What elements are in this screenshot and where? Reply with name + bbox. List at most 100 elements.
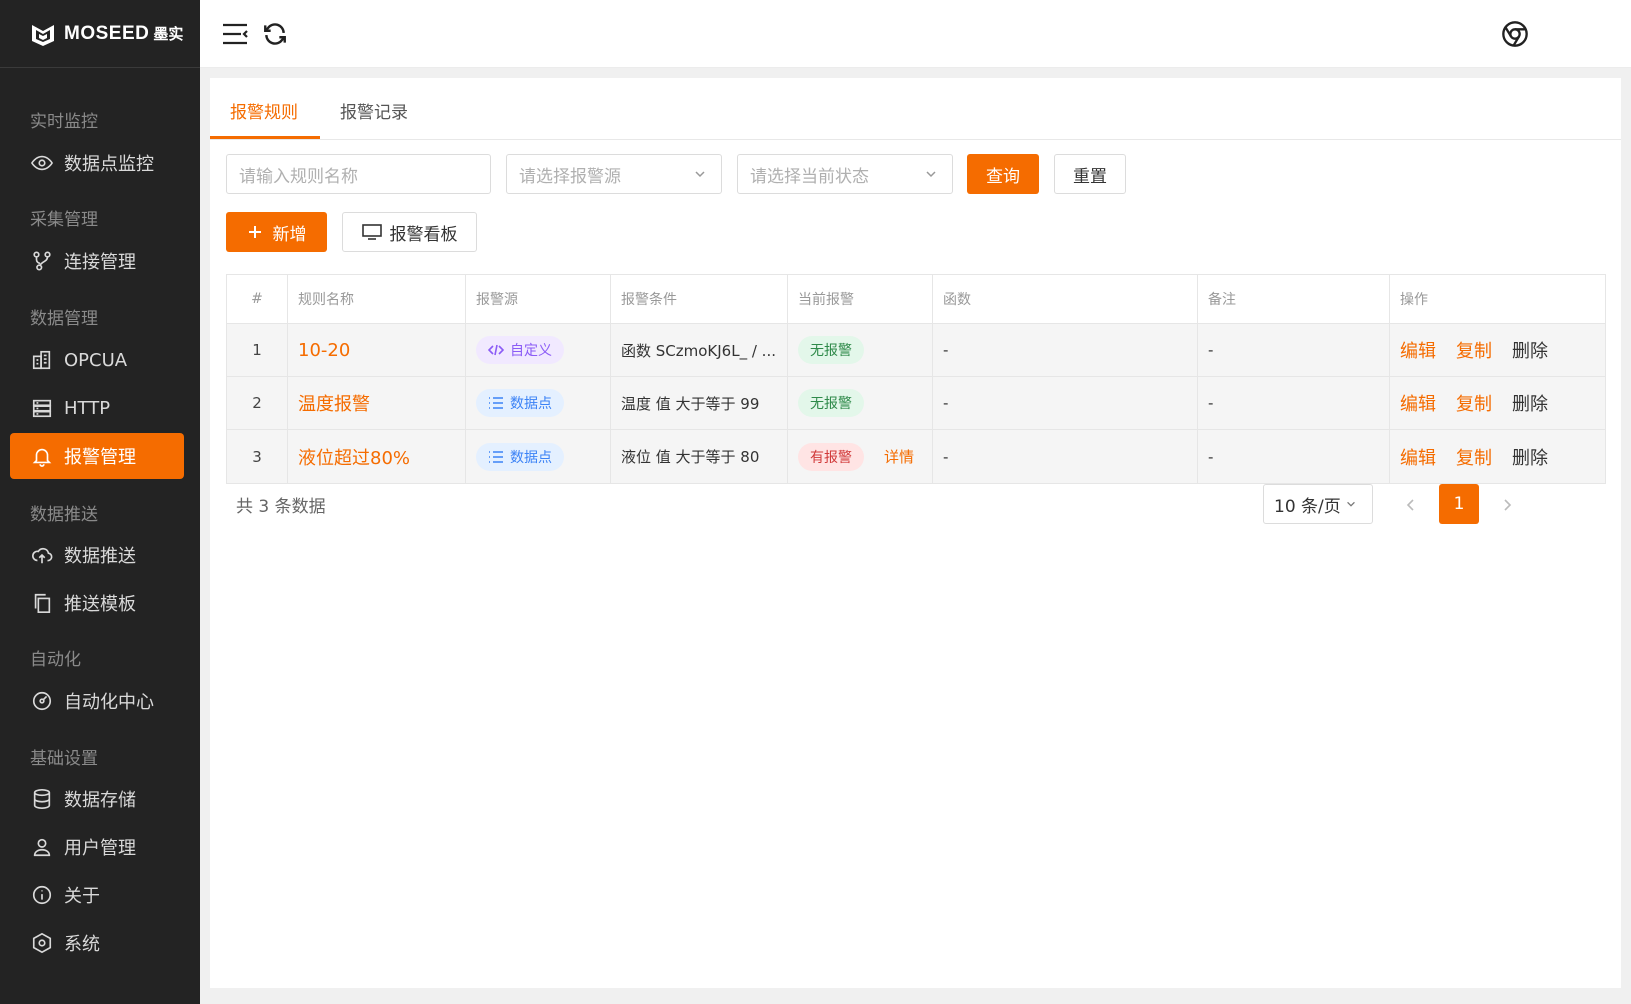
rule-name-cell: 温度报警 bbox=[288, 377, 466, 429]
sidebar-item-alarm-manage[interactable]: 报警管理 bbox=[10, 433, 184, 479]
rule-name-input[interactable]: 请输入规则名称 bbox=[226, 154, 491, 194]
alarm-source-select[interactable]: 请选择报警源 bbox=[506, 154, 722, 194]
operations-cell: 编辑 复制 删除 bbox=[1390, 430, 1607, 483]
status-badge: 无报警 bbox=[798, 389, 864, 417]
source-tag: 数据点 bbox=[476, 442, 564, 471]
status-badge: 无报警 bbox=[798, 336, 864, 364]
alarm-rules-table: # 规则名称 报警源 报警条件 当前报警 函数 备注 操作 1 10-20 自定… bbox=[226, 274, 1606, 484]
bell-icon bbox=[30, 444, 54, 468]
sidebar-item-opcua[interactable]: OPCUA bbox=[10, 337, 184, 383]
note-cell: - bbox=[1198, 430, 1390, 483]
brand-logo[interactable]: MOSEED 墨实 bbox=[0, 0, 200, 68]
col-index: # bbox=[227, 275, 288, 323]
rule-name-link[interactable]: 10-20 bbox=[298, 340, 350, 361]
source-tag: 自定义 bbox=[476, 336, 564, 364]
eye-icon bbox=[30, 151, 54, 175]
sidebar-item-data-push[interactable]: 数据推送 bbox=[10, 532, 184, 578]
monitor-icon bbox=[361, 224, 382, 240]
alarm-board-label: 报警看板 bbox=[389, 224, 458, 245]
alarm-board-button[interactable]: 报警看板 bbox=[342, 212, 477, 252]
add-button[interactable]: 新增 bbox=[226, 212, 327, 252]
building-icon bbox=[30, 348, 54, 372]
chrome-icon[interactable] bbox=[1500, 19, 1530, 49]
rule-name-cell: 10-20 bbox=[288, 324, 466, 376]
sidebar-item-label: 推送模板 bbox=[64, 594, 136, 615]
list-icon bbox=[489, 450, 503, 463]
edit-button[interactable]: 编辑 bbox=[1400, 337, 1436, 363]
reset-button[interactable]: 重置 bbox=[1054, 154, 1126, 194]
function-cell: - bbox=[933, 324, 1198, 376]
source-tag: 数据点 bbox=[476, 389, 564, 417]
sidebar-item-label: 连接管理 bbox=[64, 252, 136, 273]
nav-group-automation: 自动化 bbox=[30, 650, 81, 670]
sidebar-item-automation-center[interactable]: 自动化中心 bbox=[10, 678, 184, 724]
rule-name-link[interactable]: 液位超过80% bbox=[298, 444, 410, 470]
chevron-down-icon bbox=[695, 171, 705, 178]
sidebar-item-data-storage[interactable]: 数据存储 bbox=[10, 776, 184, 822]
page-size-select[interactable]: 10 条/页 bbox=[1263, 484, 1373, 524]
current-status-select[interactable]: 请选择当前状态 bbox=[737, 154, 953, 194]
col-note: 备注 bbox=[1198, 275, 1390, 323]
alarm-source-cell: 自定义 bbox=[466, 324, 611, 376]
sidebar-item-about[interactable]: 关于 bbox=[10, 872, 184, 918]
table-row: 1 10-20 自定义 函数 SCzmoKJ6L_ / ... 无报警 - - … bbox=[227, 324, 1605, 377]
delete-button[interactable]: 删除 bbox=[1512, 390, 1548, 416]
active-tab-indicator bbox=[210, 136, 320, 139]
alarm-source-cell: 数据点 bbox=[466, 377, 611, 429]
copy-button[interactable]: 复制 bbox=[1456, 337, 1492, 363]
sidebar-item-http[interactable]: HTTP bbox=[10, 385, 184, 431]
condition-text: 温度 值 大于等于 99 bbox=[621, 394, 760, 413]
tab-alarm-rules[interactable]: 报警规则 bbox=[230, 98, 298, 123]
sidebar: MOSEED 墨实 实时监控 数据点监控 采集管理 连接管理 数据管理 OPCU… bbox=[0, 0, 200, 1004]
condition-cell: 函数 SCzmoKJ6L_ / ... bbox=[611, 324, 788, 376]
source-tag-label: 数据点 bbox=[510, 449, 552, 466]
delete-button[interactable]: 删除 bbox=[1512, 444, 1548, 470]
operations-cell: 编辑 复制 删除 bbox=[1390, 324, 1607, 376]
chevron-down-icon bbox=[926, 171, 936, 178]
sidebar-item-user-manage[interactable]: 用户管理 bbox=[10, 824, 184, 870]
refresh-icon[interactable] bbox=[260, 19, 290, 49]
row-index: 1 bbox=[227, 324, 288, 376]
sidebar-item-label: 数据推送 bbox=[64, 546, 136, 567]
query-button[interactable]: 查询 bbox=[967, 154, 1039, 194]
copy-button[interactable]: 复制 bbox=[1456, 390, 1492, 416]
page-size-value: 10 条/页 bbox=[1274, 496, 1341, 517]
server-icon bbox=[30, 396, 54, 420]
sidebar-item-datapoint-monitor[interactable]: 数据点监控 bbox=[10, 140, 184, 186]
edit-button[interactable]: 编辑 bbox=[1400, 390, 1436, 416]
list-icon bbox=[489, 397, 503, 409]
detail-link[interactable]: 详情 bbox=[884, 446, 914, 467]
condition-cell: 液位 值 大于等于 80 bbox=[611, 430, 788, 483]
database-icon bbox=[30, 787, 54, 811]
sidebar-item-system[interactable]: 系统 bbox=[10, 920, 184, 966]
copy-button[interactable]: 复制 bbox=[1456, 444, 1492, 470]
sidebar-item-connections[interactable]: 连接管理 bbox=[10, 238, 184, 284]
edit-button[interactable]: 编辑 bbox=[1400, 444, 1436, 470]
rule-name-link[interactable]: 温度报警 bbox=[298, 390, 370, 416]
table-row: 2 温度报警 数据点 温度 值 大于等于 99 无报警 - - 编辑 复制 删除 bbox=[227, 377, 1605, 430]
function-cell: - bbox=[933, 377, 1198, 429]
page-button-current[interactable]: 1 bbox=[1439, 484, 1479, 524]
next-page-icon[interactable] bbox=[1497, 495, 1517, 515]
branch-icon bbox=[30, 249, 54, 273]
user-icon bbox=[30, 835, 54, 859]
col-alarm-condition: 报警条件 bbox=[611, 275, 788, 323]
sidebar-item-label: 数据存储 bbox=[64, 790, 136, 811]
sidebar-item-push-template[interactable]: 推送模板 bbox=[10, 580, 184, 626]
menu-toggle-icon[interactable] bbox=[220, 19, 250, 49]
sidebar-item-label: 自动化中心 bbox=[64, 692, 154, 713]
sidebar-item-label: 数据点监控 bbox=[64, 154, 154, 175]
source-tag-label: 数据点 bbox=[510, 396, 552, 412]
delete-button[interactable]: 删除 bbox=[1512, 337, 1548, 363]
nav-group-push: 数据推送 bbox=[30, 505, 98, 525]
row-index: 2 bbox=[227, 377, 288, 429]
total-count: 共 3 条数据 bbox=[236, 497, 326, 517]
nav-group-realtime: 实时监控 bbox=[30, 112, 98, 132]
nav-group-data: 数据管理 bbox=[30, 309, 98, 329]
plus-icon bbox=[248, 226, 261, 238]
tab-alarm-records[interactable]: 报警记录 bbox=[340, 98, 408, 123]
tab-bar: 报警规则 报警记录 bbox=[210, 78, 1621, 140]
table-header-row: # 规则名称 报警源 报警条件 当前报警 函数 备注 操作 bbox=[227, 275, 1605, 324]
prev-page-icon[interactable] bbox=[1401, 495, 1421, 515]
col-operations: 操作 bbox=[1400, 292, 1428, 308]
